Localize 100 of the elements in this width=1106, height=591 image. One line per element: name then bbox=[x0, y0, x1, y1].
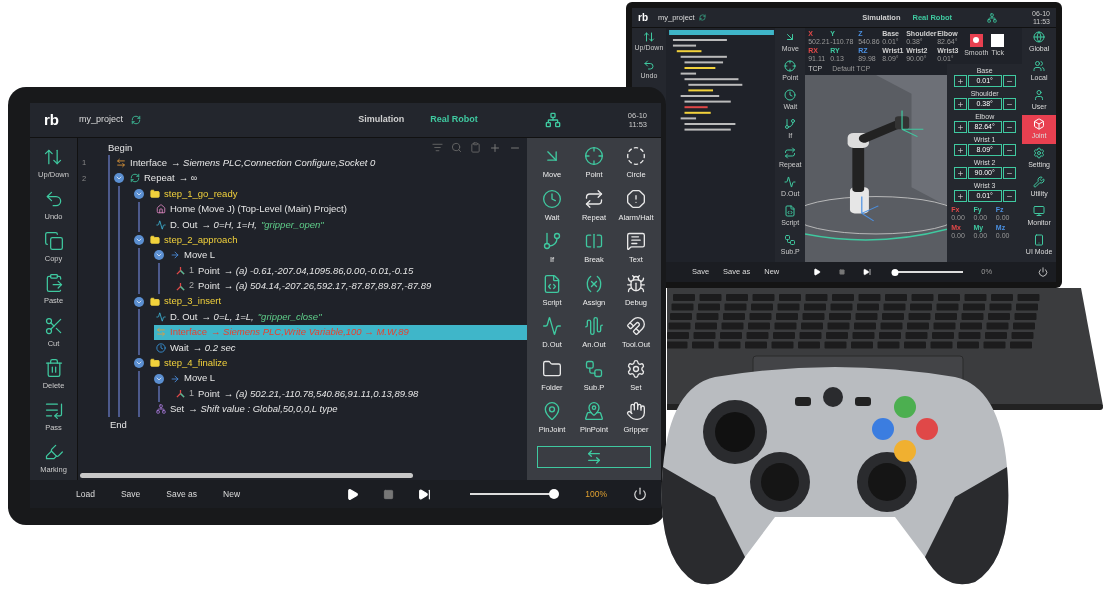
command-name: step_1_go_ready bbox=[164, 186, 238, 201]
repeat-icon bbox=[584, 188, 604, 209]
skip-forward-icon[interactable] bbox=[418, 487, 432, 501]
program-line[interactable]: Repeat → ∞ bbox=[128, 170, 198, 187]
axes-icon bbox=[176, 389, 185, 399]
command-arguments: → Shift value : Global,50,0,0,L type bbox=[188, 402, 338, 417]
command-arguments: → Siemens PLC,Write Variable,100 → M.W,89 bbox=[210, 325, 409, 340]
increase-button[interactable] bbox=[953, 75, 967, 87]
sync-icon[interactable] bbox=[131, 115, 141, 125]
expand-toggle[interactable] bbox=[134, 296, 144, 307]
command-arguments: → 0.2 sec bbox=[192, 340, 236, 355]
increase-button[interactable] bbox=[953, 190, 967, 202]
program-line[interactable]: Wait → 0.2 sec bbox=[154, 340, 236, 356]
expand-toggle[interactable] bbox=[134, 235, 144, 246]
sync-icon[interactable] bbox=[698, 14, 706, 21]
trash-icon bbox=[43, 357, 64, 378]
list-icon[interactable] bbox=[432, 141, 443, 153]
command-name: step_4_finalize bbox=[164, 356, 228, 371]
decrease-button[interactable] bbox=[1002, 75, 1016, 87]
up-down-arrows-icon bbox=[642, 30, 655, 43]
program-line[interactable]: 1 Point → (a) 502.21,-110.78,540.86,91.11,0.13,89.98 bbox=[174, 386, 419, 402]
scrollbar-thumb[interactable] bbox=[80, 472, 413, 478]
command-name: Move L bbox=[184, 248, 216, 263]
program-line[interactable]: 2 Point → (a) 504.14,-207.26,592.17,-87.87,89.87,-87.89 bbox=[174, 278, 432, 294]
program-line[interactable]: step_3_insert bbox=[148, 293, 222, 310]
command-name: Point bbox=[198, 386, 220, 401]
code-file-icon bbox=[542, 273, 562, 294]
file-button[interactable]: Save bbox=[120, 487, 141, 501]
file-button[interactable]: Load bbox=[76, 487, 95, 501]
command-arguments: → 0=H, 1=H, bbox=[201, 217, 257, 232]
house-icon bbox=[156, 204, 166, 215]
program-line[interactable]: Move L bbox=[168, 247, 216, 264]
program-line[interactable]: step_4_finalize bbox=[148, 355, 228, 371]
string-argument: "gripper_close" bbox=[257, 309, 322, 324]
pin-icon bbox=[584, 401, 604, 422]
workflow-icon bbox=[584, 358, 604, 379]
phone-icon bbox=[1033, 233, 1046, 246]
program-line[interactable]: step_2_approach bbox=[148, 232, 238, 248]
blank-square-icon bbox=[991, 33, 1005, 47]
command-name: Move L bbox=[184, 371, 216, 386]
command-name: D. Out bbox=[170, 309, 198, 324]
program-line[interactable]: Set → Shift value : Global,50,0,0,L type bbox=[154, 401, 338, 418]
arrows-icon bbox=[156, 327, 166, 338]
power-icon[interactable] bbox=[632, 486, 647, 502]
code-file-icon bbox=[784, 204, 797, 217]
increase-button[interactable] bbox=[953, 144, 967, 156]
command-arguments: → (a) 502.21,-110.78,540.86,91.11,0.13,89.98 bbox=[223, 386, 419, 401]
plus-icon bbox=[956, 77, 964, 85]
command-name: Point bbox=[198, 263, 220, 278]
power-icon[interactable] bbox=[1038, 267, 1048, 277]
program-line[interactable]: step_1_go_ready bbox=[148, 186, 238, 202]
increase-button[interactable] bbox=[953, 167, 967, 179]
decrease-button[interactable] bbox=[1002, 167, 1016, 179]
program-line[interactable]: D. Out → 0=L, 1=L, "gripper_close" bbox=[154, 309, 322, 325]
program-line[interactable]: D. Out → 0=H, 1=H, "gripper_open" bbox=[154, 216, 324, 233]
user-icon bbox=[1033, 88, 1046, 101]
folder-icon bbox=[150, 296, 160, 307]
network-icon[interactable] bbox=[544, 112, 561, 128]
program-line[interactable]: 1 Point → (a) -0.61,-207.04,1095.86,0.00,-0.01,-0.15 bbox=[174, 263, 414, 279]
branch-icon bbox=[784, 117, 797, 130]
expand-toggle[interactable] bbox=[134, 188, 144, 199]
arrow-icon bbox=[170, 373, 180, 384]
add-icon[interactable] bbox=[489, 141, 501, 154]
network-icon[interactable] bbox=[987, 12, 998, 23]
command-arguments: → ∞ bbox=[178, 171, 198, 186]
project-name: my_project bbox=[79, 113, 123, 127]
command-name: Point bbox=[198, 279, 220, 294]
program-line[interactable]: Interface → Siemens PLC,Connection Configure,Socket 0 bbox=[114, 155, 376, 171]
command-arguments: → (a) 504.14,-207.26,592.17,-87.87,89.87,-87.89 bbox=[223, 279, 432, 294]
swap-button[interactable] bbox=[537, 445, 651, 468]
play-icon[interactable] bbox=[346, 487, 360, 501]
program-line[interactable]: Move L bbox=[168, 370, 216, 387]
decrease-button[interactable] bbox=[1002, 121, 1016, 133]
clipboard-icon[interactable] bbox=[470, 141, 481, 153]
record-icon bbox=[969, 33, 983, 47]
skip-forward-icon[interactable] bbox=[863, 268, 872, 276]
point-index: 2 bbox=[189, 279, 194, 293]
decrease-button[interactable] bbox=[1002, 98, 1016, 110]
expand-toggle[interactable] bbox=[134, 358, 144, 369]
mode-tab[interactable]: Simulation bbox=[358, 113, 405, 127]
stop-icon[interactable] bbox=[839, 269, 846, 275]
folder-icon bbox=[542, 358, 562, 379]
file-button[interactable]: Save as bbox=[166, 487, 197, 501]
decrease-button[interactable] bbox=[1002, 144, 1016, 156]
decrease-button[interactable] bbox=[1002, 190, 1016, 202]
stop-icon[interactable] bbox=[383, 488, 395, 500]
waveform-icon bbox=[584, 316, 604, 337]
end-label: End bbox=[110, 417, 127, 432]
increase-button[interactable] bbox=[953, 98, 967, 110]
file-button[interactable]: New bbox=[223, 487, 241, 501]
expand-toggle[interactable] bbox=[114, 173, 124, 184]
plus-icon bbox=[956, 123, 964, 131]
begin-label: Begin bbox=[108, 140, 133, 155]
expand-toggle[interactable] bbox=[154, 373, 164, 384]
expand-toggle[interactable] bbox=[154, 250, 164, 261]
increase-button[interactable] bbox=[953, 121, 967, 133]
mode-tab[interactable]: Real Robot bbox=[430, 113, 478, 127]
play-icon[interactable] bbox=[813, 268, 822, 276]
app-logo: rb bbox=[638, 11, 648, 25]
search-icon[interactable] bbox=[451, 141, 462, 153]
